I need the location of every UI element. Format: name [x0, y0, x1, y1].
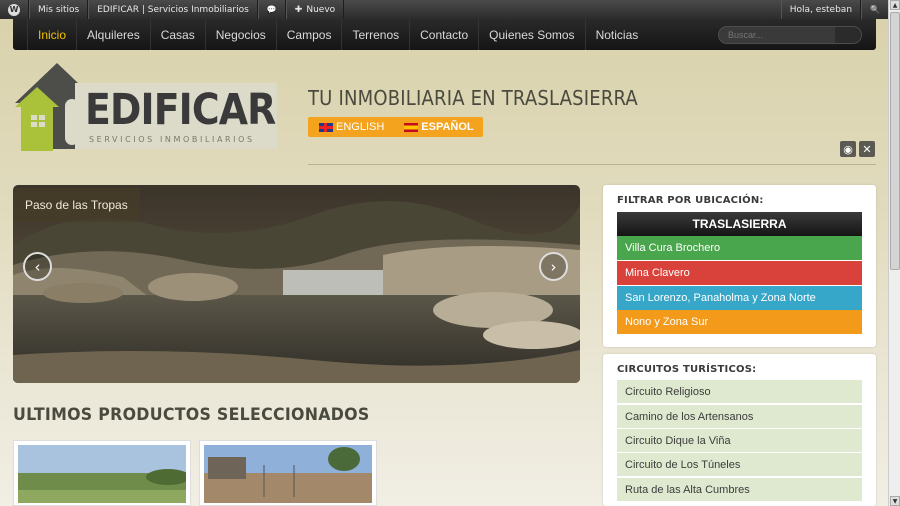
new-content-label: Nuevo — [306, 4, 336, 15]
scroll-down-icon[interactable]: ▼ — [890, 496, 900, 506]
products-section-title: ULTIMOS PRODUCTOS SELECCIONADOS — [13, 405, 370, 425]
site-name-link[interactable]: EDIFICAR | Servicios Inmobiliarios — [88, 0, 258, 19]
nav-item-campos[interactable]: Campos — [277, 19, 343, 50]
circuit-item[interactable]: Camino de los Artensanos — [617, 405, 862, 429]
uk-flag-icon — [319, 122, 333, 132]
scroll-thumb[interactable] — [890, 12, 900, 270]
location-filter-widget: FILTRAR POR UBICACIÓN: TRASLASIERRA Vill… — [603, 185, 876, 347]
circuit-item[interactable]: Ruta de las Alta Cumbres — [617, 478, 862, 502]
slide-caption: Paso de las Tropas — [13, 188, 140, 222]
rss-icon[interactable]: ◉ — [840, 141, 856, 157]
my-sites-link[interactable]: Mis sitios — [29, 0, 89, 19]
circuit-item[interactable]: Circuito Dique la Viña — [617, 429, 862, 453]
lang-spanish-label: ESPAÑOL — [421, 121, 474, 133]
product-thumbnail[interactable] — [13, 440, 191, 506]
admin-search-button[interactable]: 🔍 — [861, 0, 888, 19]
nav-item-inicio[interactable]: Inicio — [27, 19, 78, 50]
user-greeting-link[interactable]: Hola, esteban — [780, 0, 862, 19]
tourist-circuits-widget: CIRCUITOS TURÍSTICOS: Circuito Religioso… — [603, 354, 876, 506]
new-content-button[interactable]: ✚ Nuevo — [285, 0, 345, 19]
location-header[interactable]: TRASLASIERRA — [617, 212, 862, 236]
lang-english-label: ENGLISH — [336, 121, 385, 133]
page-scrollbar[interactable]: ▲ ▼ — [888, 0, 900, 506]
language-switcher: ENGLISH ESPAÑOL — [308, 117, 483, 137]
circuits-widget-title: CIRCUITOS TURÍSTICOS: — [617, 364, 757, 375]
wp-logo-button[interactable]: W — [0, 0, 29, 19]
site-tagline: TU INMOBILIARIA EN TRASLASIERRA — [308, 86, 638, 110]
filter-widget-title: FILTRAR POR UBICACIÓN: — [617, 195, 764, 206]
comments-button[interactable]: 💬 — [257, 0, 286, 19]
nav-item-alquileres[interactable]: Alquileres — [77, 19, 151, 50]
nav-item-casas[interactable]: Casas — [151, 19, 206, 50]
search-input[interactable] — [719, 26, 835, 43]
nav-item-quienes-somos[interactable]: Quienes Somos — [479, 19, 586, 50]
circuit-item[interactable]: Circuito de Los Túneles — [617, 453, 862, 477]
scroll-up-icon[interactable]: ▲ — [890, 0, 900, 10]
admin-bar: W Mis sitios EDIFICAR | Servicios Inmobi… — [0, 0, 888, 19]
location-item[interactable]: Mina Clavero — [617, 261, 862, 285]
location-item[interactable]: San Lorenzo, Panaholma y Zona Norte — [617, 286, 862, 310]
main-nav: Inicio Alquileres Casas Negocios Campos … — [13, 19, 876, 50]
logo-subtitle: SERVICIOS INMOBILIARIOS — [89, 135, 255, 144]
lang-spanish-button[interactable]: ESPAÑOL — [393, 117, 482, 137]
location-item[interactable]: Nono y Zona Sur — [617, 310, 862, 334]
slider-next-icon[interactable]: › — [539, 252, 568, 281]
search-submit-button[interactable] — [835, 26, 861, 43]
nav-item-terrenos[interactable]: Terrenos — [342, 19, 411, 50]
nav-item-negocios[interactable]: Negocios — [206, 19, 277, 50]
nav-item-noticias[interactable]: Noticias — [586, 19, 649, 50]
search-icon: 🔍 — [870, 5, 880, 14]
circuit-item[interactable]: Circuito Religioso — [617, 380, 862, 404]
nav-item-contacto[interactable]: Contacto — [410, 19, 480, 50]
product-image — [18, 445, 190, 503]
wordpress-icon: W — [8, 3, 20, 16]
slider-prev-icon[interactable]: ‹ — [23, 252, 52, 281]
location-item[interactable]: Villa Cura Brochero — [617, 236, 862, 260]
product-image — [204, 445, 372, 503]
nav-search — [718, 25, 862, 44]
plus-icon: ✚ — [294, 4, 303, 15]
lang-english-button[interactable]: ENGLISH — [308, 117, 393, 137]
comment-icon: 💬 — [266, 5, 277, 14]
spain-flag-icon — [404, 122, 419, 132]
logo-text: EDIFICAR — [85, 85, 276, 135]
image-slider: Paso de las Tropas ‹ › — [13, 185, 580, 383]
site-logo[interactable]: EDIFICAR SERVICIOS INMOBILIARIOS — [13, 63, 278, 153]
product-thumbnail[interactable] — [199, 440, 377, 506]
close-x-icon[interactable]: ✕ — [859, 141, 875, 157]
header-divider — [308, 164, 876, 165]
